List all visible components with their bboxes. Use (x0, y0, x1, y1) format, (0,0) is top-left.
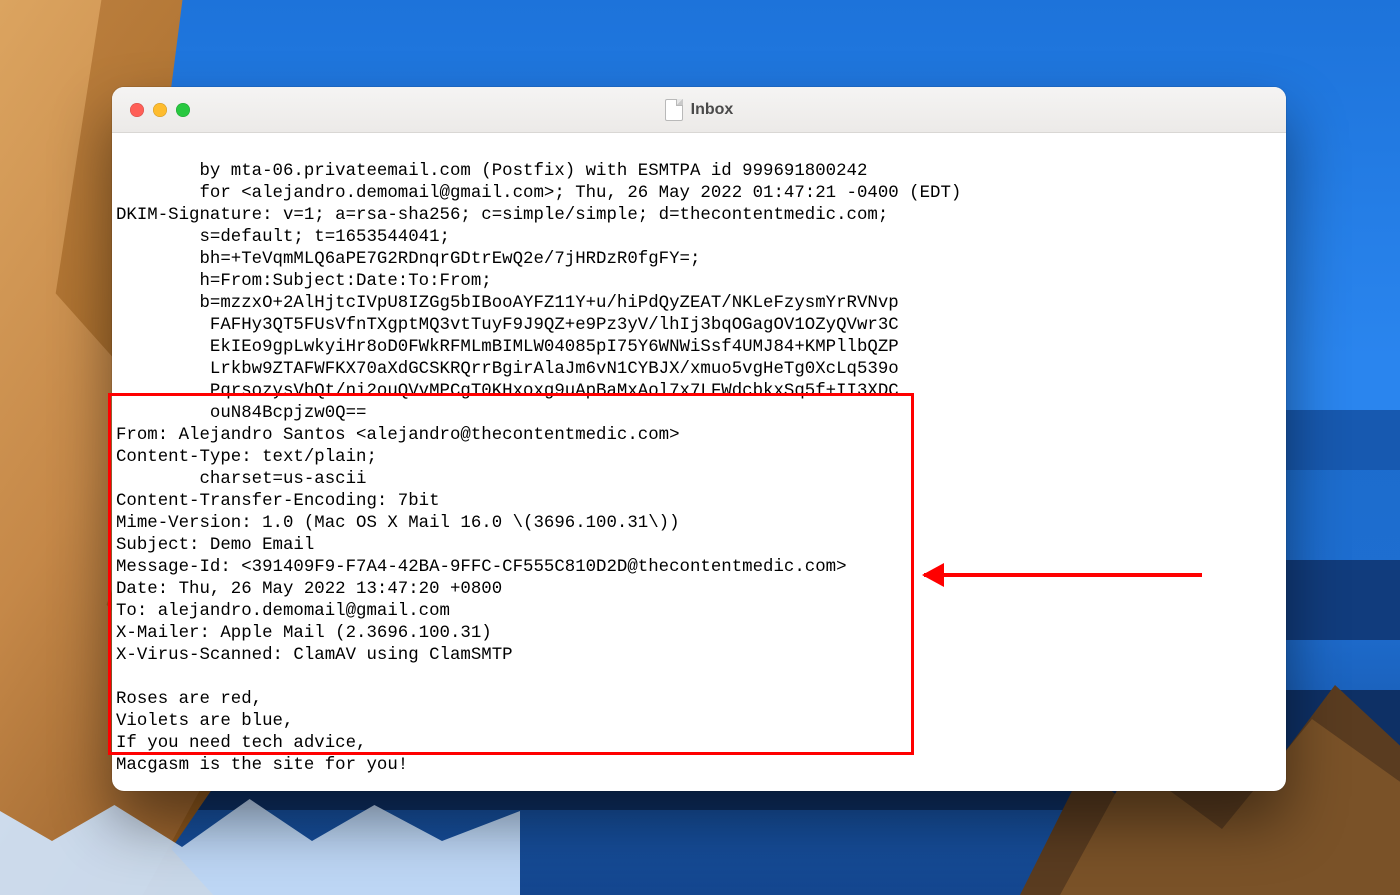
annotation-arrow (924, 573, 1202, 577)
header-from: From: Alejandro Santos <alejandro@thecon… (116, 426, 680, 445)
header-dkim-b2: FAFHy3QT5FUsVfnTXgptMQ3vtTuyF9J9QZ+e9Pz3… (116, 316, 899, 335)
header-mime-version: Mime-Version: 1.0 (Mac OS X Mail 16.0 \(… (116, 514, 680, 533)
header-dkim-signature: DKIM-Signature: v=1; a=rsa-sha256; c=sim… (116, 206, 888, 225)
header-dkim-b3: EkIEo9gpLwkyiHr8oD0FWkRFMLmBIMLW04085pI7… (116, 338, 899, 357)
body-line-4: Macgasm is the site for you! (116, 756, 408, 775)
header-to: To: alejandro.demomail@gmail.com (116, 602, 450, 621)
minimize-button[interactable] (153, 103, 167, 117)
header-content-type: Content-Type: text/plain; (116, 448, 377, 467)
email-raw-source[interactable]: by mta-06.privateemail.com (Postfix) wit… (112, 133, 1286, 787)
document-icon (665, 99, 683, 121)
header-received-for: for <alejandro.demomail@gmail.com>; Thu,… (116, 184, 961, 203)
header-dkim-s: s=default; t=1653544041; (116, 228, 450, 247)
window-controls (130, 103, 190, 117)
header-message-id: Message-Id: <391409F9-F7A4-42BA-9FFC-CF5… (116, 558, 847, 577)
close-button[interactable] (130, 103, 144, 117)
header-dkim-b5: PqrsozysVbQt/ni2ouQVvMPCgT0KHxoxg9uApBaM… (116, 382, 899, 401)
window-title: Inbox (691, 101, 734, 119)
window-titlebar[interactable]: Inbox (112, 87, 1286, 133)
body-line-3: If you need tech advice, (116, 734, 366, 753)
header-cte: Content-Transfer-Encoding: 7bit (116, 492, 440, 511)
header-charset: charset=us-ascii (116, 470, 366, 489)
header-dkim-h: h=From:Subject:Date:To:From; (116, 272, 492, 291)
header-dkim-b4: Lrkbw9ZTAFWFKX70aXdGCSKRQrrBgirAlaJm6vN1… (116, 360, 899, 379)
header-subject: Subject: Demo Email (116, 536, 314, 555)
zoom-button[interactable] (176, 103, 190, 117)
header-x-virus: X-Virus-Scanned: ClamAV using ClamSMTP (116, 646, 513, 665)
header-dkim-b1: b=mzzxO+2AlHjtcIVpU8IZGg5bIBooAYFZ11Y+u/… (116, 294, 899, 313)
textedit-window: Inbox by mta-06.privateemail.com (Postfi… (112, 87, 1286, 791)
header-dkim-bh: bh=+TeVqmMLQ6aPE7G2RDnqrGDtrEwQ2e/7jHRDz… (116, 250, 700, 269)
header-received-by: by mta-06.privateemail.com (Postfix) wit… (116, 162, 867, 181)
header-x-mailer: X-Mailer: Apple Mail (2.3696.100.31) (116, 624, 492, 643)
header-dkim-b6: ouN84Bcpjzw0Q== (116, 404, 366, 423)
body-line-2: Violets are blue, (116, 712, 293, 731)
body-line-1: Roses are red, (116, 690, 262, 709)
header-date: Date: Thu, 26 May 2022 13:47:20 +0800 (116, 580, 502, 599)
